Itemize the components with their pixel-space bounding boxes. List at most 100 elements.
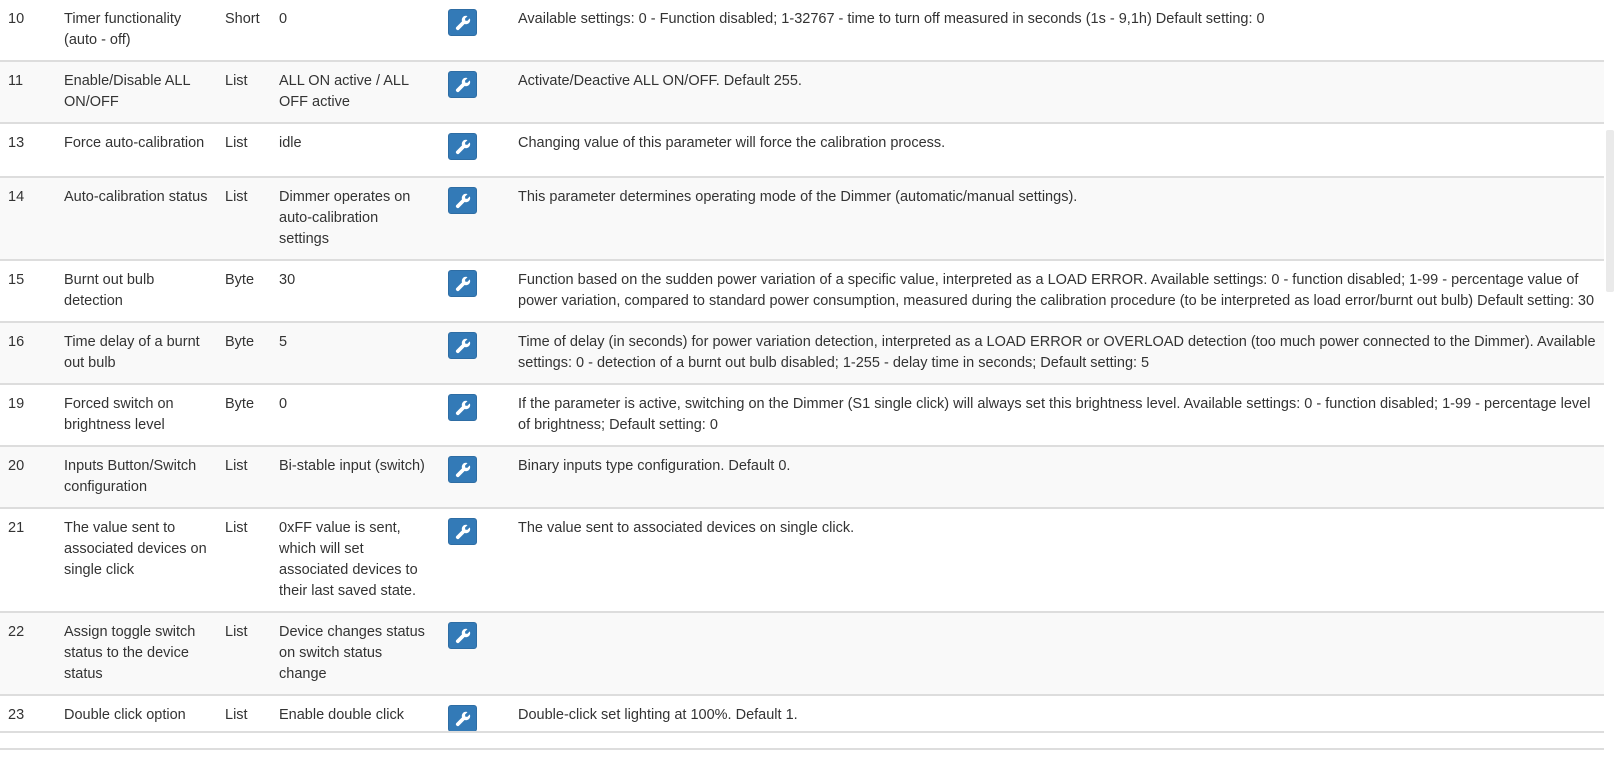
parameter-description: This parameter determines operating mode…	[518, 189, 1078, 205]
parameter-label: Double click option	[64, 707, 186, 723]
edit-cell	[440, 322, 510, 384]
edit-cell	[440, 695, 510, 749]
parameter-description: Time of delay (in seconds) for power var…	[518, 334, 1596, 371]
wrench-icon	[455, 193, 471, 209]
edit-cell	[440, 384, 510, 446]
parameter-number: 19	[8, 396, 25, 412]
table-row: 10 Timer functionality (auto - off) Shor…	[0, 0, 1604, 61]
parameter-description: Changing value of this parameter will fo…	[518, 135, 946, 151]
table-row: 16 Time delay of a burnt out bulb Byte 5…	[0, 322, 1604, 384]
wrench-icon	[455, 462, 471, 478]
parameter-number: 15	[8, 272, 25, 288]
wrench-icon	[455, 77, 471, 93]
table-row: 15 Burnt out bulb detection Byte 30 Func…	[0, 260, 1604, 322]
edit-parameter-button[interactable]	[448, 518, 477, 545]
table-row: 20 Inputs Button/Switch configuration Li…	[0, 446, 1604, 508]
table-row: 19 Forced switch on brightness level Byt…	[0, 384, 1604, 446]
edit-parameter-button[interactable]	[448, 622, 477, 649]
parameter-value: Dimmer operates on auto-calibration sett…	[279, 189, 411, 247]
edit-cell	[440, 177, 510, 260]
parameter-label: Time delay of a burnt out bulb	[64, 334, 200, 371]
parameter-number: 16	[8, 334, 25, 350]
parameter-number: 21	[8, 520, 25, 536]
parameter-value: 0xFF value is sent, which will set assoc…	[279, 520, 418, 599]
parameter-description: The value sent to associated devices on …	[518, 520, 855, 536]
parameter-value: 30	[279, 272, 296, 288]
parameter-label: The value sent to associated devices on …	[64, 520, 207, 578]
scrollbar-thumb[interactable]	[1606, 130, 1614, 292]
table-row: 22 Assign toggle switch status to the de…	[0, 612, 1604, 695]
parameter-value: Enable double click	[279, 707, 404, 723]
parameter-type: List	[225, 707, 248, 723]
edit-parameter-button[interactable]	[448, 456, 477, 483]
parameter-type: List	[225, 520, 248, 536]
parameter-type: List	[225, 73, 248, 89]
edit-parameter-button[interactable]	[448, 705, 477, 732]
edit-parameter-button[interactable]	[448, 394, 477, 421]
parameter-value: Bi-stable input (switch)	[279, 458, 425, 474]
edit-parameter-button[interactable]	[448, 187, 477, 214]
wrench-icon	[455, 276, 471, 292]
parameter-description: Double-click set lighting at 100%. Defau…	[518, 707, 798, 723]
edit-cell	[440, 446, 510, 508]
parameter-label: Enable/Disable ALL ON/OFF	[64, 73, 191, 110]
parameter-value: 0	[279, 11, 288, 27]
parameter-description	[510, 612, 1604, 695]
parameter-type: Byte	[225, 396, 255, 412]
parameter-number: 14	[8, 189, 25, 205]
wrench-icon	[455, 524, 471, 540]
parameter-number: 10	[8, 11, 25, 27]
parameter-type: List	[225, 458, 248, 474]
table-divider	[0, 731, 1604, 733]
edit-cell	[440, 0, 510, 61]
table-row: 21 The value sent to associated devices …	[0, 508, 1604, 612]
parameters-table: 10 Timer functionality (auto - off) Shor…	[0, 0, 1604, 750]
parameter-type: Byte	[225, 272, 255, 288]
edit-cell	[440, 61, 510, 123]
wrench-icon	[455, 628, 471, 644]
parameter-number: 13	[8, 135, 25, 151]
edit-cell	[440, 123, 510, 177]
parameter-label: Timer functionality (auto - off)	[64, 11, 182, 48]
edit-cell	[440, 260, 510, 322]
table-row: 11 Enable/Disable ALL ON/OFF List ALL ON…	[0, 61, 1604, 123]
wrench-icon	[455, 711, 471, 727]
parameter-number: 20	[8, 458, 25, 474]
parameter-value: 5	[279, 334, 288, 350]
edit-cell	[440, 612, 510, 695]
table-row: 13 Force auto-calibration List idle Chan…	[0, 123, 1604, 177]
parameter-description: Binary inputs type configuration. Defaul…	[518, 458, 791, 474]
parameter-type: Byte	[225, 334, 255, 350]
wrench-icon	[455, 15, 471, 31]
parameter-value: 0	[279, 396, 288, 412]
wrench-icon	[455, 139, 471, 155]
table-row: 14 Auto-calibration status List Dimmer o…	[0, 177, 1604, 260]
edit-parameter-button[interactable]	[448, 270, 477, 297]
parameter-table-view: 10 Timer functionality (auto - off) Shor…	[0, 0, 1614, 757]
parameter-number: 22	[8, 624, 25, 640]
parameter-description: Function based on the sudden power varia…	[518, 272, 1595, 309]
parameter-value: idle	[279, 135, 302, 151]
edit-cell	[440, 508, 510, 612]
table-row: 23 Double click option List Enable doubl…	[0, 695, 1604, 749]
parameter-label: Forced switch on brightness level	[64, 396, 174, 433]
parameter-number: 11	[8, 73, 24, 89]
parameter-description: Available settings: 0 - Function disable…	[518, 11, 1265, 27]
edit-parameter-button[interactable]	[448, 71, 477, 98]
parameter-description: Activate/Deactive ALL ON/OFF. Default 25…	[518, 73, 802, 89]
parameter-label: Assign toggle switch status to the devic…	[64, 624, 196, 682]
edit-parameter-button[interactable]	[448, 9, 477, 36]
parameter-type: List	[225, 189, 248, 205]
parameter-type: List	[225, 135, 248, 151]
wrench-icon	[455, 338, 471, 354]
edit-parameter-button[interactable]	[448, 332, 477, 359]
parameter-label: Inputs Button/Switch configuration	[64, 458, 197, 495]
parameter-value: ALL ON active / ALL OFF active	[279, 73, 409, 110]
parameter-label: Burnt out bulb detection	[64, 272, 155, 309]
wrench-icon	[455, 400, 471, 416]
parameter-value: Device changes status on switch status c…	[279, 624, 425, 682]
parameter-type: Short	[225, 11, 260, 27]
parameter-number: 23	[8, 707, 25, 723]
parameter-type: List	[225, 624, 248, 640]
edit-parameter-button[interactable]	[448, 133, 477, 160]
